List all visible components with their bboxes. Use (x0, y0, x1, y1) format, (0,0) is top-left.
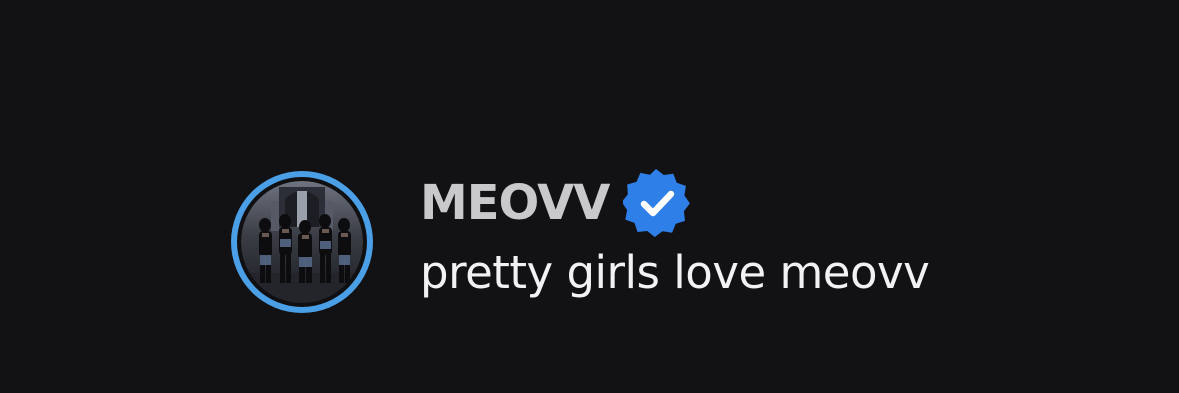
name-row: MEOVV (420, 168, 691, 238)
avatar-frame (237, 177, 367, 307)
verified-badge-icon (623, 169, 691, 237)
profile-bio: pretty girls love meovv (420, 246, 930, 299)
profile-header: MEOVV pretty girls love meovv (0, 0, 1179, 393)
group-photo-avatar (241, 181, 363, 303)
display-name[interactable]: MEOVV (420, 179, 610, 227)
avatar[interactable] (231, 171, 373, 313)
